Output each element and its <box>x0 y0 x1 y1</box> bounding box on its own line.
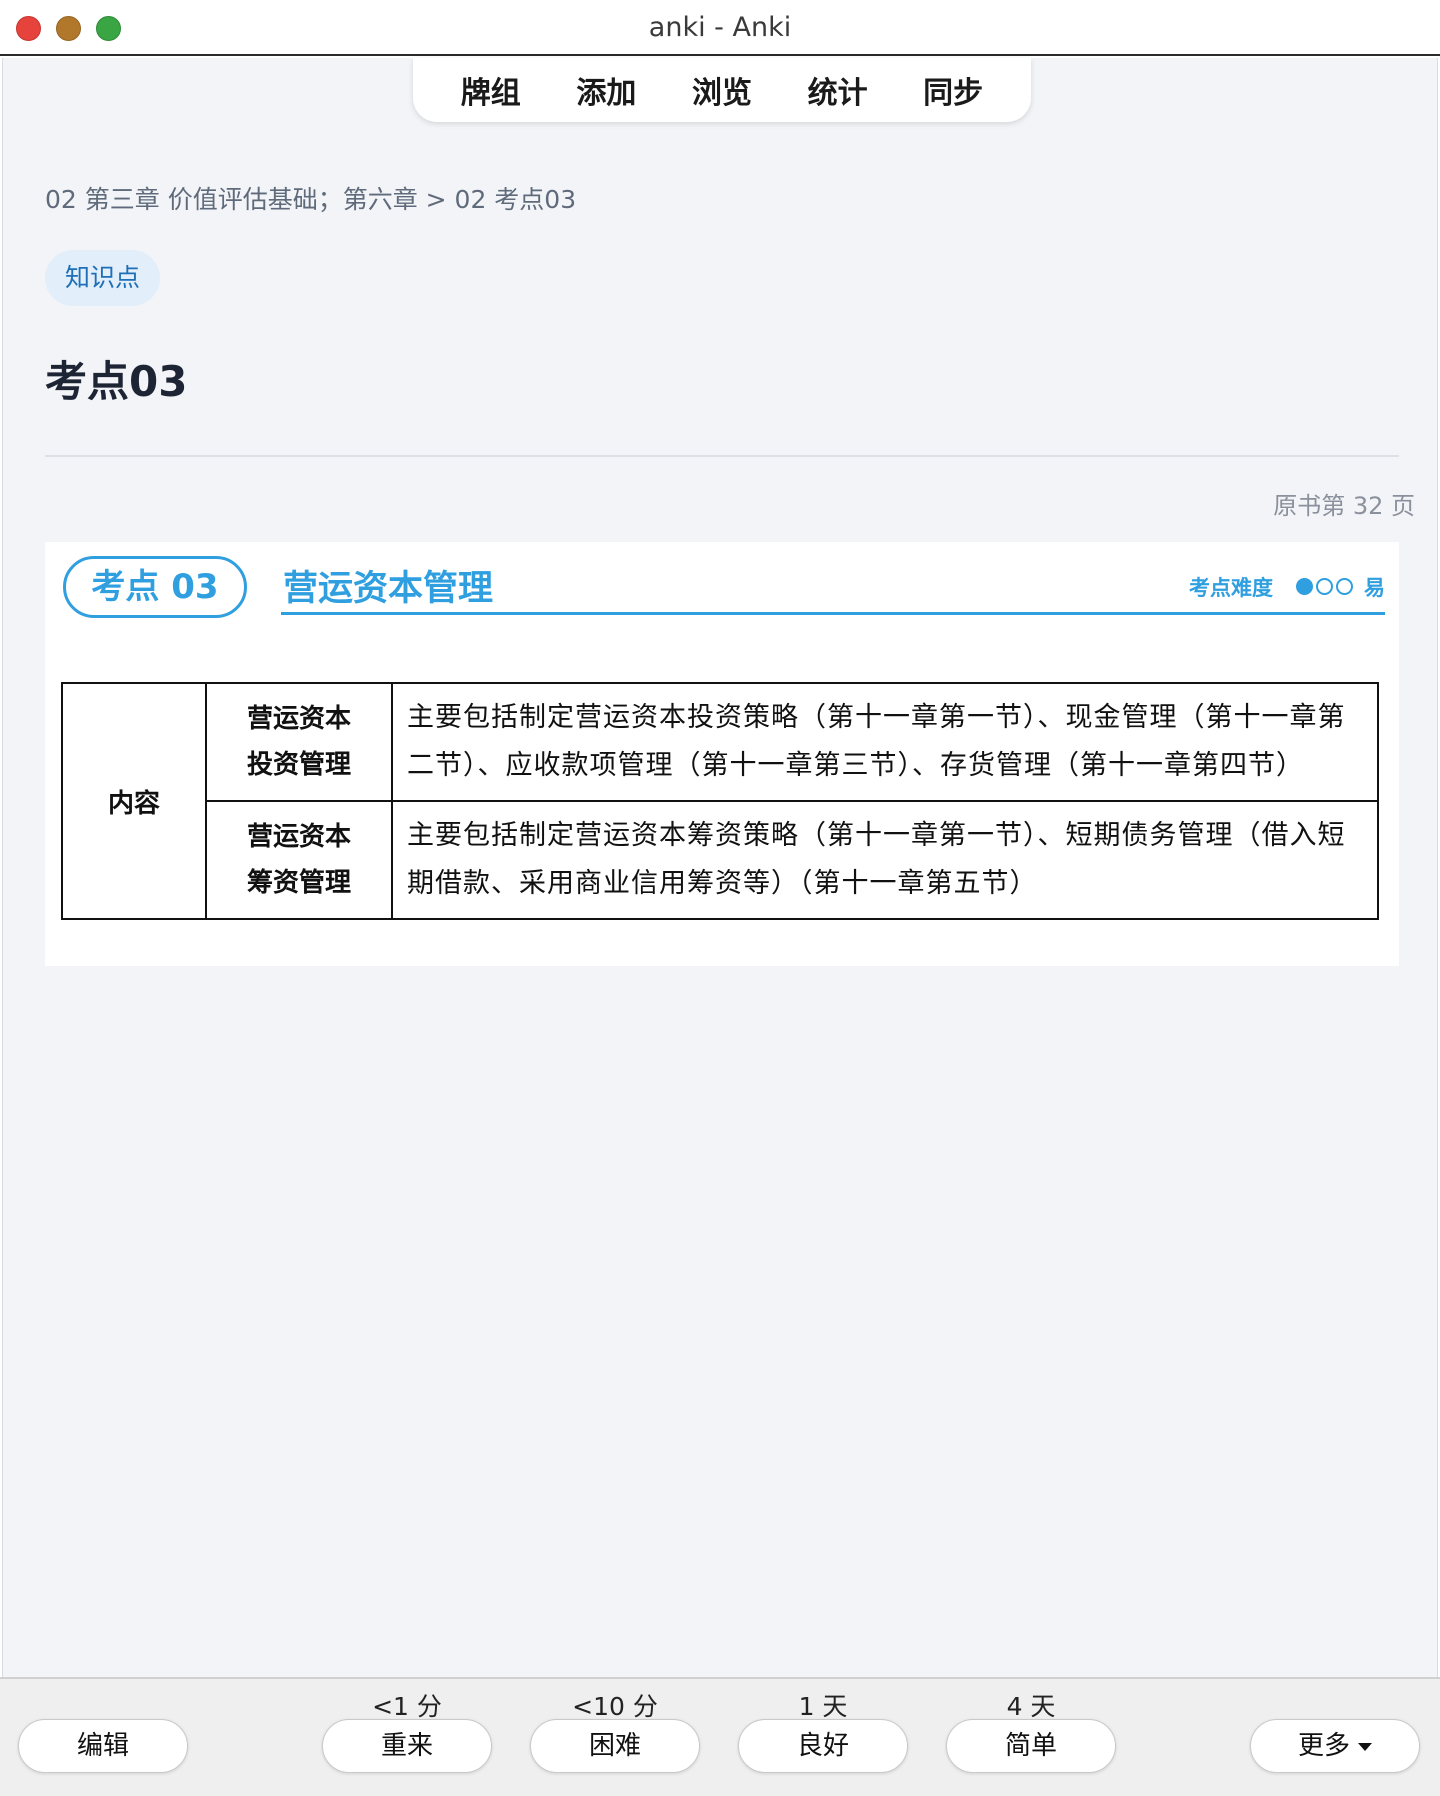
card-tag: 知识点 <box>45 250 161 306</box>
more-button[interactable]: 更多 <box>1250 1719 1420 1773</box>
kp-heading: 营运资本管理 <box>283 569 494 609</box>
top-toolbar: 牌组 添加 浏览 统计 同步 <box>413 58 1031 122</box>
difficulty-dot <box>1296 578 1313 595</box>
toolbar-browse[interactable]: 浏览 <box>678 64 766 116</box>
sub-header-line: 筹资管理 <box>246 868 351 898</box>
card-title: 考点03 <box>45 357 188 406</box>
difficulty-dot <box>1336 578 1353 595</box>
title-divider <box>45 455 1399 457</box>
window-title: anki - Anki <box>648 12 792 43</box>
toolbar-add[interactable]: 添加 <box>562 64 650 116</box>
answer-bar: 编辑 <1 分 重来 <10 分 困难 1 天 良好 4 天 简单 更多 <box>0 1677 1440 1796</box>
table-row: 内容 营运资本 投资管理 主要包括制定营运资本投资策略（第十一章第一节）、现金管… <box>61 682 1379 920</box>
sub-header-line: 营运资本 <box>246 822 351 852</box>
kp-badge: 考点 03 <box>63 556 247 618</box>
difficulty-label: 考点难度 <box>1189 576 1273 600</box>
caret-down-icon <box>1358 1742 1372 1751</box>
more-label: 更多 <box>1297 1731 1350 1761</box>
table-row: 营运资本 筹资管理 主要包括制定营运资本筹资策略（第十一章第一节）、短期债务管理… <box>62 800 1379 920</box>
sub-header-line: 投资管理 <box>246 750 351 780</box>
row-content: 主要包括制定营运资本筹资策略（第十一章第一节）、短期债务管理（借入短期借款、采用… <box>391 800 1379 920</box>
hard-interval: <10 分 <box>572 1692 658 1721</box>
again-interval: <1 分 <box>372 1692 442 1721</box>
good-button[interactable]: 良好 <box>738 1719 908 1773</box>
hard-button[interactable]: 困难 <box>530 1719 700 1773</box>
row-header: 内容 <box>61 682 207 920</box>
sub-header-line: 营运资本 <box>246 704 351 734</box>
easy-button[interactable]: 简单 <box>946 1719 1116 1773</box>
edit-button[interactable]: 编辑 <box>18 1719 188 1773</box>
again-button[interactable]: 重来 <box>322 1719 492 1773</box>
difficulty-text: 易 <box>1364 576 1385 600</box>
toolbar-sync[interactable]: 同步 <box>909 64 997 116</box>
toolbar-decks[interactable]: 牌组 <box>447 64 535 116</box>
book-excerpt-image: 考点 03 营运资本管理 考点难度 易 内容 营运资本 投资管理 主要包括制定营… <box>45 542 1399 966</box>
page-reference: 原书第 32 页 <box>1273 492 1415 520</box>
row-content: 主要包括制定营运资本投资策略（第十一章第一节）、现金管理（第十一章第二节）、应收… <box>391 682 1379 802</box>
deck-breadcrumb: 02 第三章 价值评估基础；第六章 > 02 考点03 <box>45 185 577 214</box>
content-table: 内容 营运资本 投资管理 主要包括制定营运资本投资策略（第十一章第一节）、现金管… <box>61 682 1379 920</box>
difficulty-dots <box>1296 578 1353 595</box>
toolbar-stats[interactable]: 统计 <box>794 64 882 116</box>
heading-underline <box>281 612 1385 615</box>
easy-interval: 4 天 <box>1006 1692 1056 1721</box>
difficulty-dot <box>1316 578 1333 595</box>
good-interval: 1 天 <box>798 1692 848 1721</box>
window-titlebar: anki - Anki <box>0 0 1440 56</box>
reviewer-area: 牌组 添加 浏览 统计 同步 02 第三章 价值评估基础；第六章 > 02 考点… <box>2 58 1438 1677</box>
sub-header: 营运资本 筹资管理 <box>205 800 393 920</box>
sub-header: 营运资本 投资管理 <box>205 682 393 802</box>
